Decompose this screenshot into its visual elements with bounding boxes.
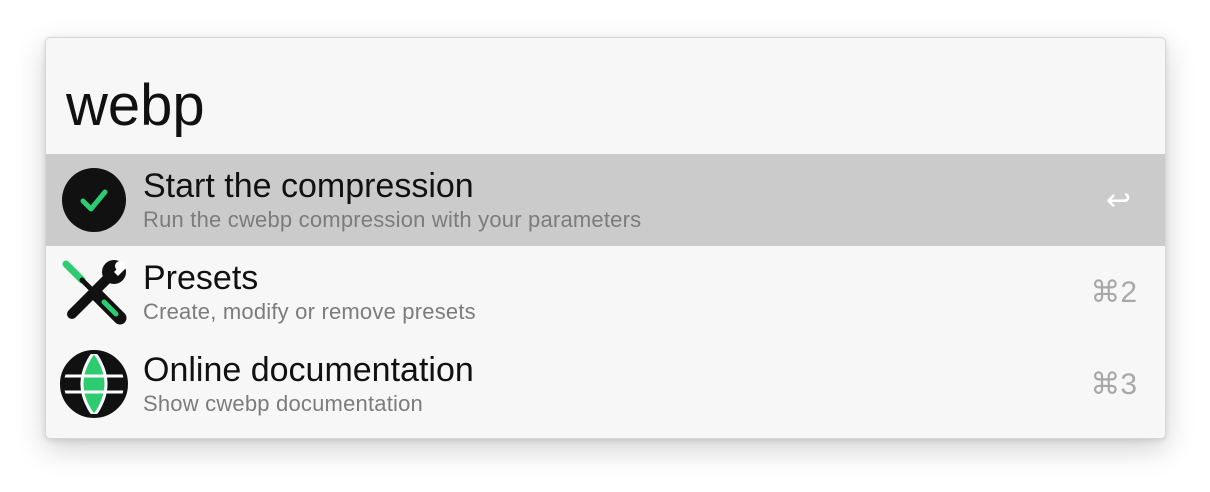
result-item-online-documentation[interactable]: Online documentation Show cwebp document… [46,338,1165,430]
return-key-icon: ↩ [1105,184,1131,217]
globe-icon [60,350,128,418]
result-title: Presets [143,259,259,297]
result-item-presets[interactable]: Presets Create, modify or remove presets… [46,246,1165,338]
result-item-start-compression[interactable]: Start the compression Run the cwebp comp… [46,154,1165,246]
results-list: Start the compression Run the cwebp comp… [46,154,1165,430]
result-subtitle: Run the cwebp compression with your para… [143,207,642,232]
result-title: Start the compression [143,167,474,205]
shortcut-label: ⌘3 [1090,368,1137,401]
launcher-window: Start the compression Run the cwebp comp… [45,37,1166,439]
tools-icon [60,258,128,326]
result-subtitle: Show cwebp documentation [143,391,423,416]
result-subtitle: Create, modify or remove presets [143,299,476,324]
result-title: Online documentation [143,351,474,389]
search-input[interactable] [66,65,1066,145]
shortcut-label: ⌘2 [1090,276,1137,309]
checkmark-circle-icon [60,166,128,234]
